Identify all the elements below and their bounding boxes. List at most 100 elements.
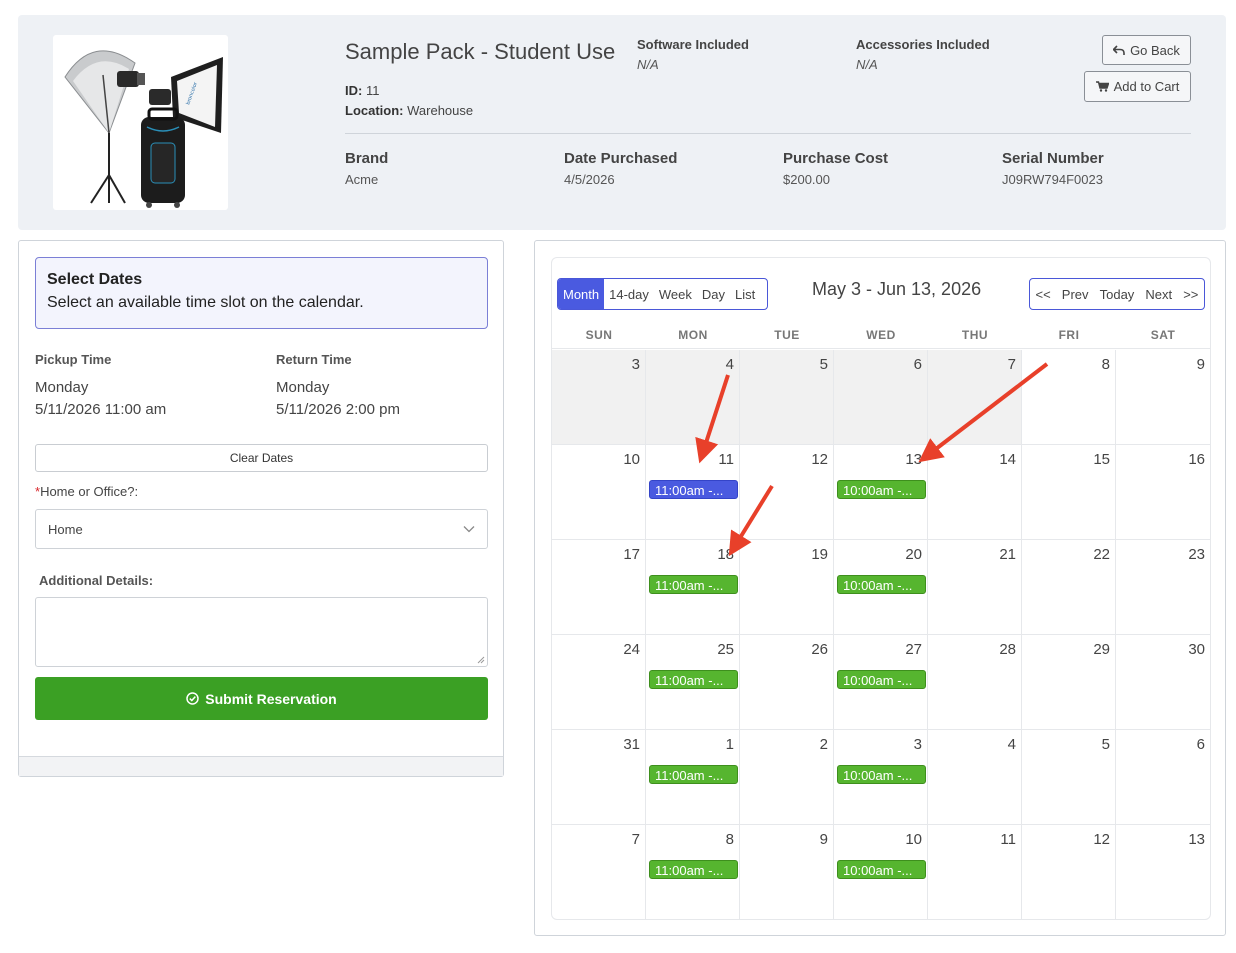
calendar-day-cell[interactable]: 10 10:00am -...: [834, 825, 928, 919]
calendar-day-cell[interactable]: 22: [1022, 540, 1116, 635]
day-number: 18: [717, 546, 734, 563]
home-or-office-text: Home or Office?:: [40, 484, 139, 499]
calendar-nav-first-button[interactable]: <<: [1036, 287, 1051, 302]
day-number: 28: [999, 641, 1016, 658]
weekday-header-row: SUN MON TUE WED THU FRI SAT: [552, 321, 1210, 349]
view-button-month[interactable]: Month: [558, 279, 605, 309]
calendar-day-cell[interactable]: 6: [1116, 730, 1210, 825]
add-to-cart-button[interactable]: Add to Cart: [1084, 71, 1191, 102]
calendar-day-cell[interactable]: 19: [740, 540, 834, 635]
calendar-day-cell[interactable]: 28: [928, 635, 1022, 730]
available-time-slot-event[interactable]: 11:00am -...: [649, 765, 738, 784]
view-button-list[interactable]: List: [730, 279, 760, 309]
view-button-day[interactable]: Day: [697, 279, 730, 309]
calendar-day-cell[interactable]: 12: [740, 445, 834, 540]
calendar-day-cell[interactable]: 30: [1116, 635, 1210, 730]
calendar-day-cell[interactable]: 6: [834, 350, 928, 445]
calendar-day-cell[interactable]: 4: [928, 730, 1022, 825]
home-or-office-select[interactable]: Home: [35, 509, 488, 549]
calendar-day-cell[interactable]: 16: [1116, 445, 1210, 540]
calendar-day-cell[interactable]: 11 11:00am -...: [646, 445, 740, 540]
calendar-day-cell[interactable]: 27 10:00am -...: [834, 635, 928, 730]
month-grid: 3 4 5 6 7 8 9 10 11 11:00am -... 12 13 10:00am -... 1…: [552, 350, 1210, 919]
calendar-day-cell[interactable]: 3 10:00am -...: [834, 730, 928, 825]
day-number: 6: [913, 356, 922, 373]
available-time-slot-event[interactable]: 11:00am -...: [649, 860, 738, 879]
available-time-slot-event[interactable]: 10:00am -...: [837, 670, 926, 689]
calendar-nav-today-button[interactable]: Today: [1100, 287, 1135, 302]
calendar-day-cell[interactable]: 20 10:00am -...: [834, 540, 928, 635]
product-panel: broncolor Sample Pack - Student Use ID: …: [18, 15, 1226, 230]
calendar-day-cell[interactable]: 17: [552, 540, 646, 635]
day-number: 8: [1101, 356, 1110, 373]
go-back-button[interactable]: Go Back: [1102, 35, 1191, 65]
calendar-day-cell[interactable]: 31: [552, 730, 646, 825]
calendar: Month 14-day Week Day List May 3 - Jun 13, 2…: [551, 257, 1211, 920]
calendar-day-cell[interactable]: 13: [1116, 825, 1210, 919]
calendar-day-cell[interactable]: 12: [1022, 825, 1116, 919]
day-number: 22: [1093, 546, 1110, 563]
calendar-day-cell[interactable]: 2: [740, 730, 834, 825]
go-back-label: Go Back: [1130, 42, 1180, 58]
serial-number-value: J09RW794F0023: [1002, 172, 1103, 187]
available-time-slot-event[interactable]: 10:00am -...: [837, 575, 926, 594]
view-button-14-day[interactable]: 14-day: [604, 279, 654, 309]
day-number: 19: [811, 546, 828, 563]
calendar-day-cell[interactable]: 7: [552, 825, 646, 919]
calendar-day-cell[interactable]: 9: [1116, 350, 1210, 445]
calendar-day-cell[interactable]: 7: [928, 350, 1022, 445]
calendar-day-cell[interactable]: 15: [1022, 445, 1116, 540]
calendar-day-cell[interactable]: 1 11:00am -...: [646, 730, 740, 825]
calendar-day-cell[interactable]: 14: [928, 445, 1022, 540]
available-time-slot-event[interactable]: 10:00am -...: [837, 480, 926, 499]
calendar-nav-last-button[interactable]: >>: [1183, 287, 1198, 302]
day-number: 12: [1093, 831, 1110, 848]
available-time-slot-event[interactable]: 11:00am -...: [649, 575, 738, 594]
calendar-day-cell[interactable]: 5: [1022, 730, 1116, 825]
calendar-day-cell[interactable]: 8: [1022, 350, 1116, 445]
day-number: 6: [1196, 736, 1205, 753]
calendar-panel: Month 14-day Week Day List May 3 - Jun 13, 2…: [534, 240, 1226, 936]
calendar-title: May 3 - Jun 13, 2026: [812, 279, 982, 299]
clear-dates-button[interactable]: Clear Dates: [35, 444, 488, 472]
day-number: 3: [631, 356, 640, 373]
calendar-day-cell[interactable]: 23: [1116, 540, 1210, 635]
submit-reservation-button[interactable]: Submit Reservation: [35, 677, 488, 720]
calendar-day-cell[interactable]: 21: [928, 540, 1022, 635]
calendar-day-cell[interactable]: 11: [928, 825, 1022, 919]
return-day: Monday: [276, 379, 330, 396]
add-to-cart-label: Add to Cart: [1113, 79, 1180, 94]
studio-lighting-kit-illustration: broncolor: [64, 50, 223, 208]
calendar-day-cell[interactable]: 8 11:00am -...: [646, 825, 740, 919]
calendar-day-cell[interactable]: 3: [552, 350, 646, 445]
calendar-day-cell[interactable]: 29: [1022, 635, 1116, 730]
calendar-nav-prev-button[interactable]: Prev: [1062, 287, 1089, 302]
day-number: 13: [1188, 831, 1205, 848]
selected-time-slot-event[interactable]: 11:00am -...: [649, 480, 738, 499]
weekday-header: FRI: [1058, 327, 1080, 342]
calendar-nav-next-button[interactable]: Next: [1145, 287, 1172, 302]
additional-details-textarea[interactable]: [35, 597, 488, 667]
undo-arrow-icon: [1113, 44, 1125, 55]
calendar-day-cell[interactable]: 4: [646, 350, 740, 445]
resize-handle-icon[interactable]: [477, 656, 485, 664]
calendar-day-cell[interactable]: 10: [552, 445, 646, 540]
accessories-value: N/A: [856, 57, 878, 72]
day-number: 8: [725, 831, 734, 848]
calendar-day-cell[interactable]: 24: [552, 635, 646, 730]
calendar-day-cell[interactable]: 26: [740, 635, 834, 730]
home-or-office-selected: Home: [48, 521, 83, 537]
available-time-slot-event[interactable]: 10:00am -...: [837, 860, 926, 879]
available-time-slot-event[interactable]: 11:00am -...: [649, 670, 738, 689]
available-time-slot-event[interactable]: 10:00am -...: [837, 765, 926, 784]
calendar-day-cell[interactable]: 25 11:00am -...: [646, 635, 740, 730]
day-number: 30: [1188, 641, 1205, 658]
weekday-header: TUE: [774, 327, 800, 342]
calendar-day-cell[interactable]: 5: [740, 350, 834, 445]
calendar-day-cell[interactable]: 13 10:00am -...: [834, 445, 928, 540]
view-button-week[interactable]: Week: [654, 279, 697, 309]
day-number: 11: [1000, 831, 1016, 848]
calendar-day-cell[interactable]: 9: [740, 825, 834, 919]
day-number: 9: [1196, 356, 1205, 373]
calendar-day-cell[interactable]: 18 11:00am -...: [646, 540, 740, 635]
